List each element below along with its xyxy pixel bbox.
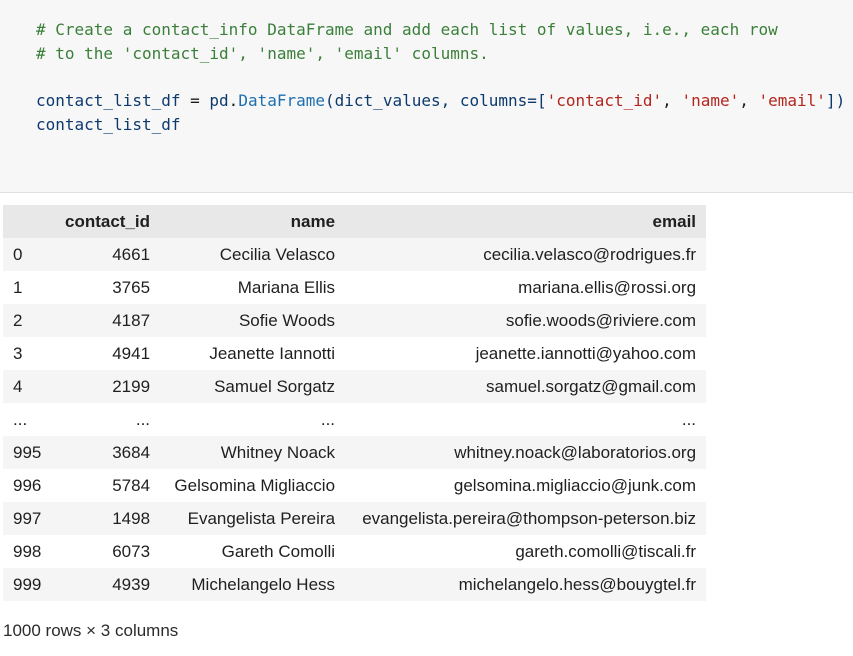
dataframe-shape-label: 1000 rows × 3 columns [3, 621, 179, 640]
cell-email: sofie.woods@riviere.com [345, 304, 707, 337]
cell-email: michelangelo.hess@bouygtel.fr [345, 568, 707, 601]
code-string: 'email' [758, 91, 826, 111]
cell-name: Cecilia Velasco [160, 238, 346, 271]
cell-name: Samuel Sorgatz [160, 370, 346, 403]
row-index: 2 [3, 304, 55, 337]
table-row: 3 4941 Jeanette Iannotti jeanette.iannot… [3, 337, 707, 370]
code-args-close: ]) [825, 91, 846, 111]
code-separator: , [739, 91, 759, 111]
cell-output: contact_id name email 0 4661 Cecilia Vel… [0, 193, 853, 656]
cell-contact-id: 1498 [55, 502, 161, 535]
cell-contact-id: 6073 [55, 535, 161, 568]
code-string: 'contact_id' [546, 91, 663, 111]
table-row: 1 3765 Mariana Ellis mariana.ellis@rossi… [3, 271, 707, 304]
cell-name: Evangelista Pereira [160, 502, 346, 535]
row-index: 995 [3, 436, 55, 469]
table-row: 998 6073 Gareth Comolli gareth.comolli@t… [3, 535, 707, 568]
cell-contact-id: 3765 [55, 271, 161, 304]
cell-contact-id: 5784 [55, 469, 161, 502]
cell-name: Michelangelo Hess [160, 568, 346, 601]
cell-contact-id: 4941 [55, 337, 161, 370]
code-cell[interactable]: # Create a contact_info DataFrame and ad… [0, 0, 853, 193]
cell-email: samuel.sorgatz@gmail.com [345, 370, 707, 403]
table-row: 0 4661 Cecilia Velasco cecilia.velasco@r… [3, 238, 707, 271]
row-index: 997 [3, 502, 55, 535]
cell-name: Whitney Noack [160, 436, 346, 469]
row-index: 998 [3, 535, 55, 568]
cell-name: Gareth Comolli [160, 535, 346, 568]
code-variable: contact_list_df [36, 114, 181, 134]
column-header-contact-id: contact_id [55, 205, 161, 238]
cell-contact-id: 4939 [55, 568, 161, 601]
code-separator: , [662, 91, 682, 111]
row-index: 999 [3, 568, 55, 601]
cell-email: evangelista.pereira@thompson-peterson.bi… [345, 502, 707, 535]
row-index: 3 [3, 337, 55, 370]
code-operator: = [180, 91, 210, 111]
code-comment: # Create a contact_info DataFrame and ad… [36, 20, 778, 39]
cell-contact-id: 3684 [55, 436, 161, 469]
dataframe-table: contact_id name email 0 4661 Cecilia Vel… [3, 205, 707, 601]
table-header-row: contact_id name email [3, 205, 707, 238]
table-row-ellipsis: ... ... ... ... [3, 403, 707, 436]
cell-email: mariana.ellis@rossi.org [345, 271, 707, 304]
code-line-4: contact_list_df [36, 113, 845, 137]
code-variable: contact_list_df [36, 91, 181, 111]
row-index: 4 [3, 370, 55, 403]
cell-contact-id: ... [55, 403, 161, 436]
table-row: 997 1498 Evangelista Pereira evangelista… [3, 502, 707, 535]
row-index: ... [3, 403, 55, 436]
code-line-3: contact_list_df = pd.DataFrame(dict_valu… [36, 89, 845, 113]
cell-email: gelsomina.migliaccio@junk.com [345, 469, 707, 502]
row-index: 996 [3, 469, 55, 502]
cell-name: Jeanette Iannotti [160, 337, 346, 370]
column-header-name: name [160, 205, 346, 238]
code-line-2: # to the 'contact_id', 'name', 'email' c… [36, 42, 845, 66]
table-row: 999 4939 Michelangelo Hess michelangelo.… [3, 568, 707, 601]
row-index: 0 [3, 238, 55, 271]
cell-email: cecilia.velasco@rodrigues.fr [345, 238, 707, 271]
cell-name: ... [160, 403, 346, 436]
cell-name: Gelsomina Migliaccio [160, 469, 346, 502]
cell-email: whitney.noack@laboratorios.org [345, 436, 707, 469]
cell-contact-id: 4187 [55, 304, 161, 337]
code-comment: # to the 'contact_id', 'name', 'email' c… [36, 43, 489, 63]
code-editor[interactable]: # Create a contact_info DataFrame and ad… [36, 18, 845, 136]
cell-contact-id: 4661 [55, 238, 161, 271]
cell-email: jeanette.iannotti@yahoo.com [345, 337, 707, 370]
cell-contact-id: 2199 [55, 370, 161, 403]
column-header-email: email [345, 205, 707, 238]
row-index: 1 [3, 271, 55, 304]
cell-email: gareth.comolli@tiscali.fr [345, 535, 707, 568]
index-header [3, 205, 55, 238]
code-string: 'name' [681, 91, 740, 111]
code-function: DataFrame [238, 91, 326, 111]
table-row: 996 5784 Gelsomina Migliaccio gelsomina.… [3, 469, 707, 502]
table-row: 995 3684 Whitney Noack whitney.noack@lab… [3, 436, 707, 469]
code-args-open: (dict_values, columns=[ [325, 91, 547, 111]
table-row: 2 4187 Sofie Woods sofie.woods@riviere.c… [3, 304, 707, 337]
table-row: 4 2199 Samuel Sorgatz samuel.sorgatz@gma… [3, 370, 707, 403]
code-line-1: # Create a contact_info DataFrame and ad… [36, 18, 845, 42]
code-module: pd [209, 91, 229, 111]
cell-name: Mariana Ellis [160, 271, 346, 304]
cell-name: Sofie Woods [160, 304, 346, 337]
cell-email: ... [345, 403, 707, 436]
code-dot: . [228, 91, 239, 111]
